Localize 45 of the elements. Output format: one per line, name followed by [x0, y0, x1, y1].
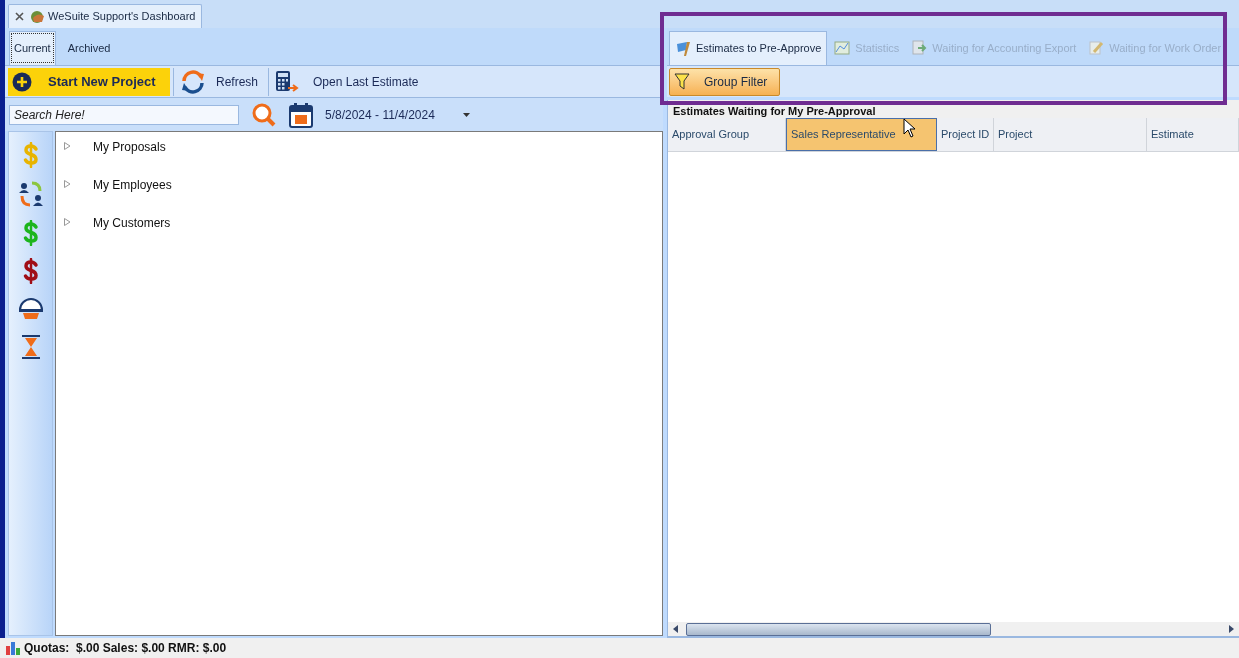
bar-chart-icon	[5, 641, 21, 655]
scroll-right-icon[interactable]	[1227, 625, 1235, 633]
group-filter-button[interactable]: Group Filter	[669, 67, 780, 96]
expander-icon[interactable]	[64, 142, 71, 150]
dollar-icon[interactable]	[22, 258, 39, 284]
tab-title: WeSuite Support's Dashboard	[48, 9, 196, 25]
date-range-dropdown[interactable]: 5/8/2024 - 11/4/2024	[325, 105, 470, 124]
column-header[interactable]: Estimate	[1147, 118, 1239, 151]
scroll-left-icon[interactable]	[672, 625, 680, 633]
close-icon[interactable]	[15, 12, 24, 21]
document-arrow-icon	[911, 40, 928, 56]
expander-icon[interactable]	[64, 180, 71, 188]
view-tab[interactable]: Current	[9, 31, 56, 65]
pencil-icon	[1088, 40, 1105, 56]
refresh-icon	[180, 69, 206, 94]
hard-hat-icon[interactable]	[17, 296, 44, 322]
dropdown-arrow-icon	[462, 112, 470, 117]
open-estimate-button[interactable]: Open Last Estimate	[268, 67, 425, 96]
view-tab[interactable]: Archived	[57, 31, 121, 65]
cursor-icon	[903, 118, 917, 138]
expander-icon[interactable]	[64, 218, 71, 226]
document-tab[interactable]: WeSuite Support's Dashboard	[8, 4, 203, 28]
chart-icon	[834, 40, 851, 56]
people-swap-icon[interactable]	[17, 180, 44, 208]
tree-item[interactable]: My Employees	[93, 176, 172, 194]
grid-title: Estimates Waiting for My Pre-Approval	[673, 104, 876, 118]
scroll-thumb[interactable]	[686, 622, 991, 636]
horizontal-scrollbar[interactable]	[668, 622, 1239, 638]
search-icon	[252, 102, 276, 127]
column-header[interactable]: Sales Representative	[786, 118, 937, 151]
hourglass-icon[interactable]	[19, 334, 42, 360]
tree-item[interactable]: My Customers	[93, 214, 171, 232]
column-header[interactable]: Project ID	[937, 118, 994, 151]
calendar-icon	[289, 101, 313, 128]
search-field[interactable]: Search Here!	[9, 104, 239, 125]
start-project-button[interactable]: Start New Project	[8, 67, 170, 96]
flag-icon	[675, 40, 691, 57]
panel-tab[interactable]: Estimates to Pre-Approve	[669, 31, 828, 65]
status-text: Quotas: $.00 Sales: $.00 RMR: $.00	[24, 640, 227, 657]
refresh-button[interactable]: Refresh	[173, 67, 265, 96]
tree-item[interactable]: My Proposals	[93, 138, 166, 156]
column-header[interactable]: Project	[994, 118, 1147, 151]
plus-icon	[12, 71, 32, 92]
filter-icon	[674, 72, 690, 91]
search-button[interactable]	[251, 101, 277, 128]
